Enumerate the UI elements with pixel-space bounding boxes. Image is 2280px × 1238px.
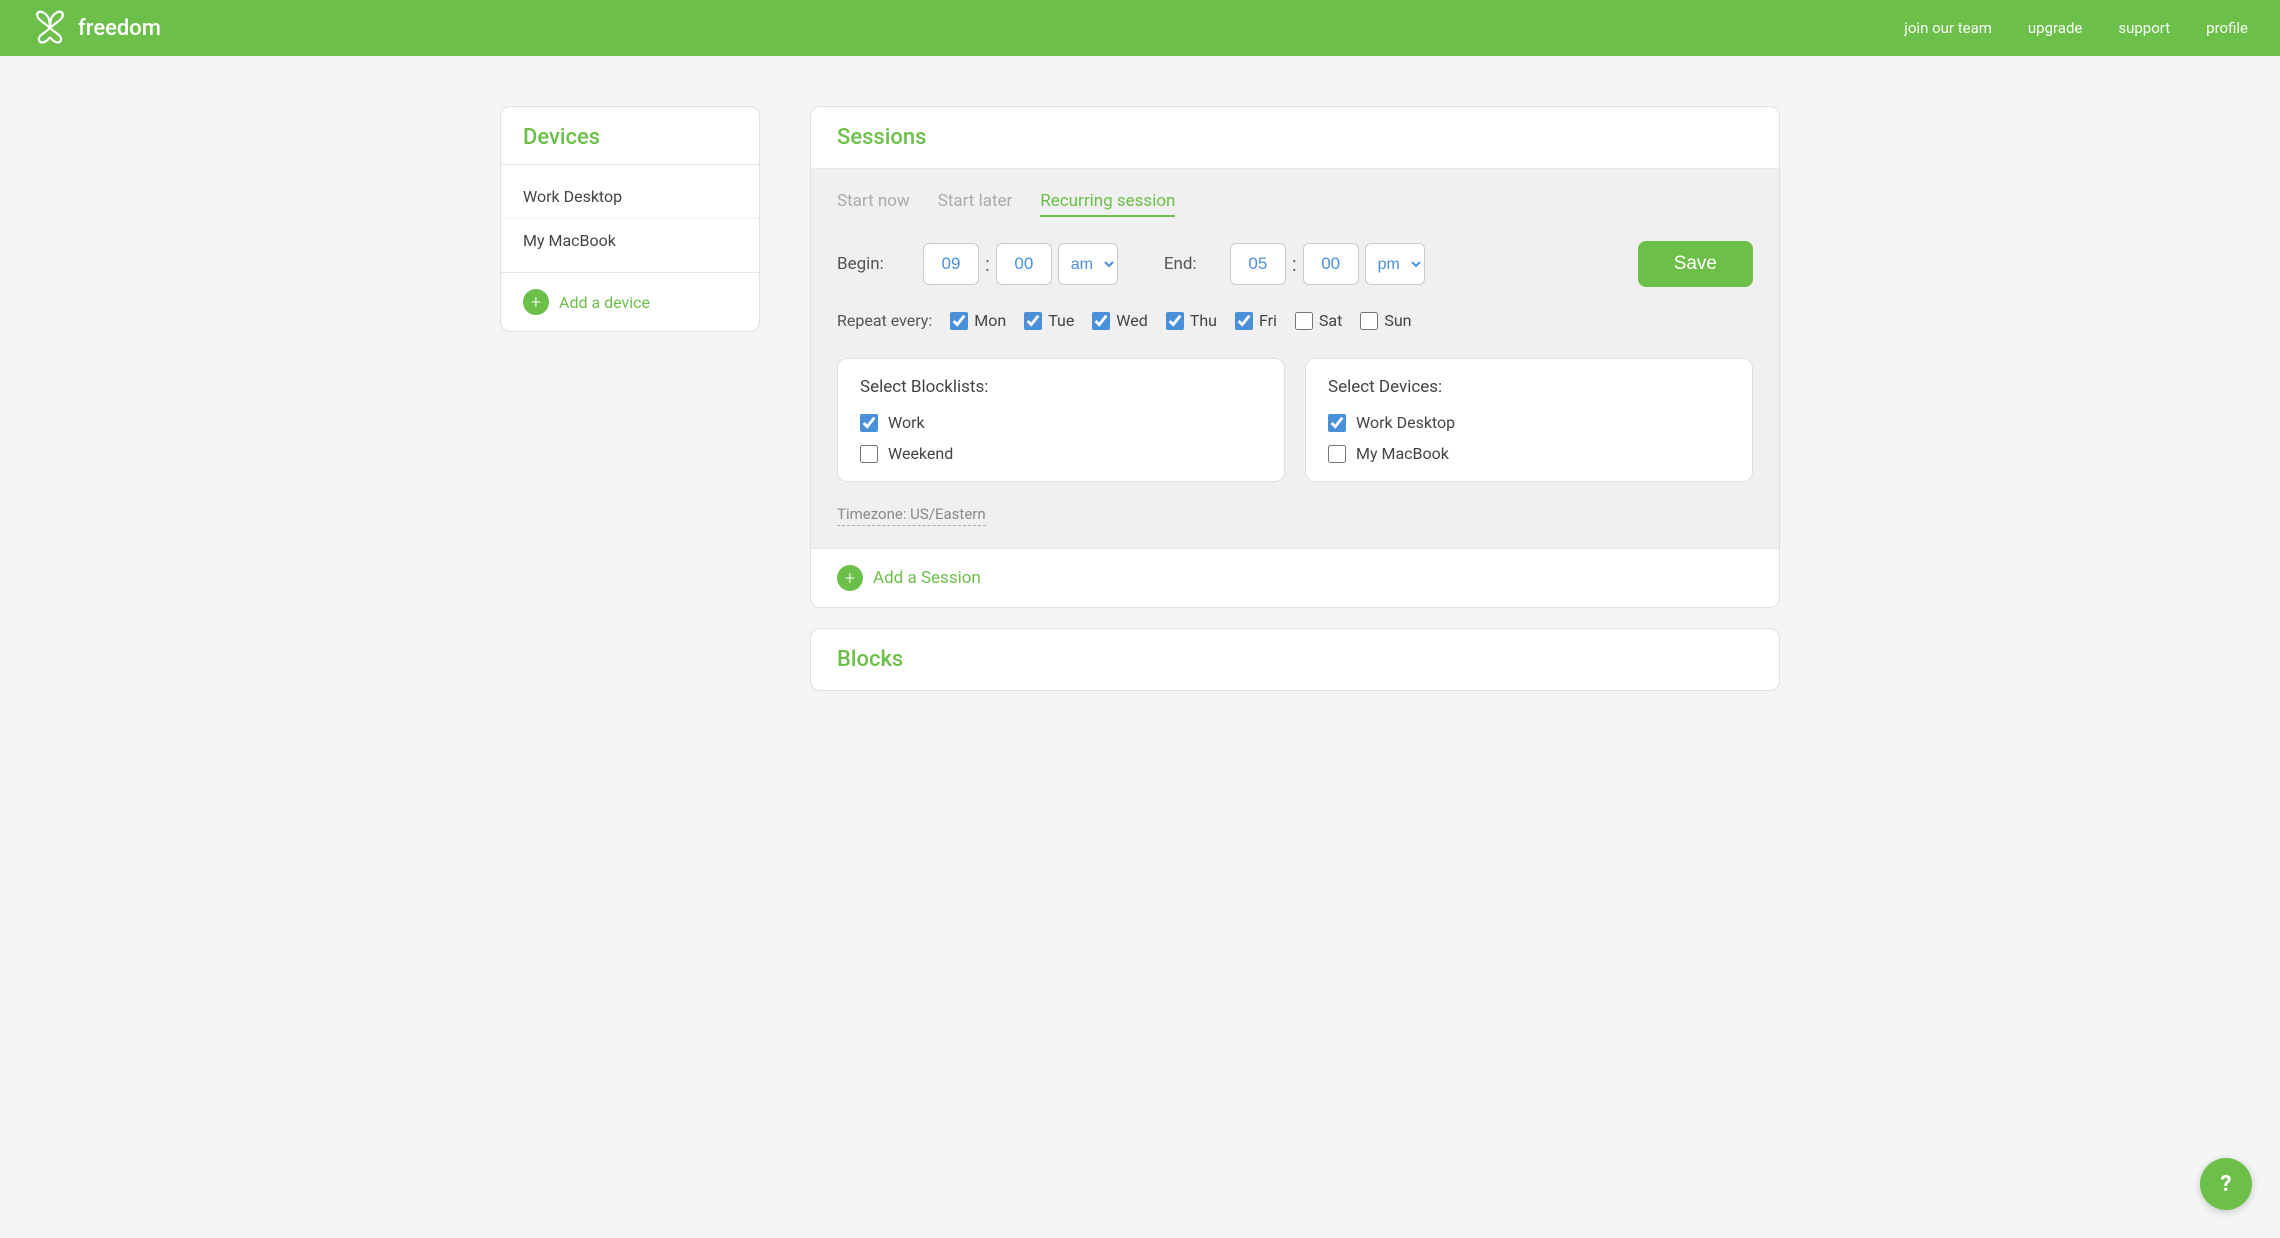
- day-thu[interactable]: Thu: [1166, 311, 1217, 330]
- upgrade-link[interactable]: upgrade: [2028, 19, 2082, 37]
- devices-header: Devices: [501, 107, 759, 165]
- add-device-button[interactable]: + Add a device: [501, 272, 759, 331]
- end-hour-input[interactable]: [1230, 243, 1286, 285]
- main-content: Devices Work Desktop My MacBook + Add a …: [440, 56, 1840, 741]
- begin-ampm-select[interactable]: am pm: [1058, 243, 1118, 285]
- devices-card: Devices Work Desktop My MacBook + Add a …: [500, 106, 760, 332]
- begin-time-inputs: : am pm: [923, 243, 1118, 285]
- day-sun[interactable]: Sun: [1360, 311, 1411, 330]
- select-devices-box: Select Devices: Work Desktop My MacBook: [1305, 358, 1753, 482]
- device-item-macbook[interactable]: My MacBook: [501, 219, 759, 262]
- select-device-macbook-checkbox[interactable]: [1328, 445, 1346, 463]
- day-fri-checkbox[interactable]: [1235, 312, 1253, 330]
- blocks-card: Blocks: [810, 628, 1780, 691]
- day-tue-checkbox[interactable]: [1024, 312, 1042, 330]
- time-row: Begin: : am pm End: :: [837, 241, 1753, 287]
- session-body: Start now Start later Recurring session …: [811, 169, 1779, 548]
- blocklist-weekend-checkbox[interactable]: [860, 445, 878, 463]
- help-button[interactable]: ?: [2200, 1158, 2252, 1210]
- sessions-title: Sessions: [837, 125, 926, 150]
- repeat-label: Repeat every:: [837, 311, 932, 330]
- blocklist-weekend[interactable]: Weekend: [860, 444, 1262, 463]
- repeat-row: Repeat every: Mon Tue Wed: [837, 311, 1753, 330]
- logo: freedom: [32, 10, 161, 46]
- select-device-work-desktop[interactable]: Work Desktop: [1328, 413, 1730, 432]
- sessions-card: Sessions Start now Start later Recurring…: [810, 106, 1780, 608]
- sessions-panel: Sessions Start now Start later Recurring…: [810, 106, 1780, 691]
- day-mon-checkbox[interactable]: [950, 312, 968, 330]
- tab-start-later[interactable]: Start later: [938, 191, 1013, 217]
- tab-recurring[interactable]: Recurring session: [1040, 191, 1175, 217]
- add-session-button[interactable]: + Add a Session: [811, 548, 1779, 607]
- day-wed-checkbox[interactable]: [1092, 312, 1110, 330]
- profile-link[interactable]: profile: [2206, 19, 2248, 37]
- add-device-icon: +: [523, 289, 549, 315]
- blocklist-work-checkbox[interactable]: [860, 414, 878, 432]
- blocklists-title: Select Blocklists:: [860, 377, 1262, 397]
- timezone-row: Timezone: US/Eastern: [837, 504, 1753, 526]
- app-header: freedom join our team upgrade support pr…: [0, 0, 2280, 56]
- end-time-inputs: : am pm: [1230, 243, 1425, 285]
- day-fri[interactable]: Fri: [1235, 311, 1277, 330]
- select-device-macbook[interactable]: My MacBook: [1328, 444, 1730, 463]
- select-devices-title: Select Devices:: [1328, 377, 1730, 397]
- support-link[interactable]: support: [2118, 19, 2170, 37]
- day-thu-checkbox[interactable]: [1166, 312, 1184, 330]
- end-minute-input[interactable]: [1303, 243, 1359, 285]
- sidebar: Devices Work Desktop My MacBook + Add a …: [500, 106, 760, 691]
- day-sat[interactable]: Sat: [1295, 311, 1342, 330]
- device-item-work-desktop[interactable]: Work Desktop: [501, 175, 759, 219]
- save-button[interactable]: Save: [1638, 241, 1753, 287]
- begin-label: Begin:: [837, 254, 907, 274]
- select-device-work-checkbox[interactable]: [1328, 414, 1346, 432]
- blocks-title: Blocks: [837, 647, 903, 672]
- end-ampm-select[interactable]: am pm: [1365, 243, 1425, 285]
- day-sat-checkbox[interactable]: [1295, 312, 1313, 330]
- join-team-link[interactable]: join our team: [1904, 19, 1992, 37]
- timezone-link[interactable]: Timezone: US/Eastern: [837, 505, 986, 526]
- devices-list: Work Desktop My MacBook: [501, 165, 759, 272]
- day-sun-checkbox[interactable]: [1360, 312, 1378, 330]
- end-label: End:: [1164, 254, 1214, 274]
- blocklist-work[interactable]: Work: [860, 413, 1262, 432]
- tab-start-now[interactable]: Start now: [837, 191, 910, 217]
- blocklists-box: Select Blocklists: Work Weekend: [837, 358, 1285, 482]
- begin-minute-input[interactable]: [996, 243, 1052, 285]
- select-boxes-row: Select Blocklists: Work Weekend Select D…: [837, 358, 1753, 482]
- day-tue[interactable]: Tue: [1024, 311, 1074, 330]
- sessions-header: Sessions: [811, 107, 1779, 169]
- butterfly-icon: [32, 10, 68, 46]
- day-wed[interactable]: Wed: [1092, 311, 1147, 330]
- session-tabs: Start now Start later Recurring session: [837, 191, 1753, 217]
- add-session-icon: +: [837, 565, 863, 591]
- day-mon[interactable]: Mon: [950, 311, 1006, 330]
- top-nav: join our team upgrade support profile: [1904, 19, 2248, 37]
- devices-title: Devices: [523, 125, 600, 150]
- begin-hour-input[interactable]: [923, 243, 979, 285]
